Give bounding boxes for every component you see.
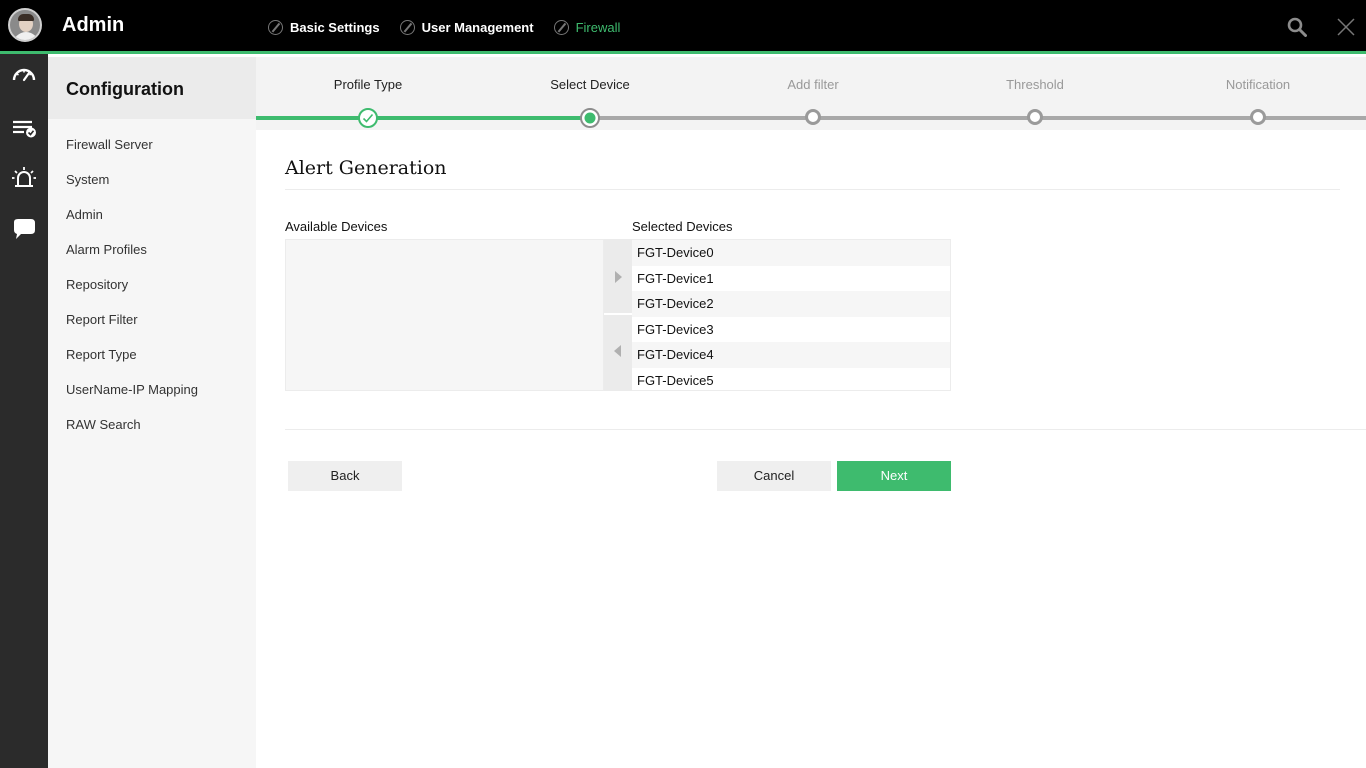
configuration-sidebar: Configuration Firewall Server System Adm… [48, 57, 256, 768]
tab-firewall[interactable]: Firewall [553, 19, 621, 35]
step-node-select-device[interactable] [580, 108, 600, 128]
tab-label: Firewall [575, 19, 621, 35]
wizard-stepper: Profile Type Select Device Add filter Th… [256, 57, 1366, 130]
divider [285, 189, 1340, 190]
avatar[interactable] [8, 8, 42, 42]
step-label-threshold: Threshold [1006, 77, 1064, 92]
sidebar-item-admin[interactable]: Admin [48, 197, 256, 232]
cancel-button[interactable]: Cancel [717, 461, 831, 491]
page-title: Alert Generation [285, 157, 447, 179]
move-left-button[interactable] [604, 315, 632, 391]
step-node-profile-type[interactable] [358, 108, 378, 128]
step-node-add-filter [805, 109, 821, 125]
check-circle-icon [553, 19, 569, 35]
sidebar-item-raw-search[interactable]: RAW Search [48, 407, 256, 442]
list-item[interactable]: FGT-Device2 [632, 291, 950, 317]
available-devices-list[interactable] [285, 239, 604, 391]
list-item[interactable]: FGT-Device4 [632, 342, 950, 368]
search-icon[interactable] [1287, 17, 1307, 37]
sidebar-item-repository[interactable]: Repository [48, 267, 256, 302]
step-label-select-device[interactable]: Select Device [510, 77, 670, 92]
tab-user-management[interactable]: User Management [399, 19, 534, 35]
tab-label: Basic Settings [290, 19, 380, 35]
step-label-profile-type[interactable]: Profile Type [288, 77, 448, 92]
nav-tabs: Basic Settings User Management Firewall [268, 0, 640, 54]
back-button[interactable]: Back [288, 461, 402, 491]
top-bar: Admin Basic Settings User Management Fir… [0, 0, 1366, 54]
current-step-dot-icon [584, 112, 596, 124]
speedometer-icon[interactable] [10, 60, 38, 88]
sidebar-item-report-type[interactable]: Report Type [48, 337, 256, 372]
selected-devices-list[interactable]: FGT-Device0 FGT-Device1 FGT-Device2 FGT-… [632, 239, 951, 391]
next-button[interactable]: Next [837, 461, 951, 491]
step-label-add-filter: Add filter [787, 77, 839, 92]
selected-devices-label: Selected Devices [632, 219, 733, 234]
arrow-right-icon [615, 271, 622, 283]
list-item[interactable]: FGT-Device3 [632, 316, 950, 343]
avatar-hair [18, 14, 34, 21]
move-right-button[interactable] [604, 239, 632, 315]
available-devices-label: Available Devices [285, 219, 388, 234]
step-node-notification [1250, 109, 1266, 125]
close-icon[interactable] [1336, 17, 1356, 37]
sidebar-item-username-ip-mapping[interactable]: UserName-IP Mapping [48, 372, 256, 407]
sidebar-item-alarm-profiles[interactable]: Alarm Profiles [48, 232, 256, 267]
chat-bubble-icon[interactable] [10, 216, 38, 244]
list-item[interactable]: FGT-Device1 [632, 265, 950, 292]
alarm-icon[interactable] [10, 164, 38, 192]
sidebar-list: Firewall Server System Admin Alarm Profi… [48, 119, 256, 442]
transfer-controls [604, 239, 632, 391]
divider [285, 429, 1366, 430]
list-item[interactable]: FGT-Device5 [632, 367, 950, 390]
avatar-body [13, 32, 39, 40]
sidebar-title: Configuration [48, 57, 256, 119]
check-icon [362, 113, 374, 123]
sidebar-item-firewall-server[interactable]: Firewall Server [48, 127, 256, 162]
check-circle-icon [399, 19, 415, 35]
tab-label: User Management [421, 19, 534, 35]
main-content: Alert Generation Available Devices Selec… [256, 130, 1366, 768]
sidebar-item-report-filter[interactable]: Report Filter [48, 302, 256, 337]
sidebar-item-system[interactable]: System [48, 162, 256, 197]
step-label-notification: Notification [1225, 77, 1291, 92]
app-title: Admin [62, 14, 125, 36]
task-list-icon[interactable] [10, 114, 38, 142]
progress-track-complete [256, 116, 590, 120]
step-node-threshold [1027, 109, 1043, 125]
list-item[interactable]: FGT-Device0 [632, 240, 950, 266]
check-circle-icon [268, 19, 283, 35]
tab-basic-settings[interactable]: Basic Settings [268, 19, 380, 35]
icon-rail [0, 54, 48, 768]
arrow-left-icon [614, 345, 621, 357]
